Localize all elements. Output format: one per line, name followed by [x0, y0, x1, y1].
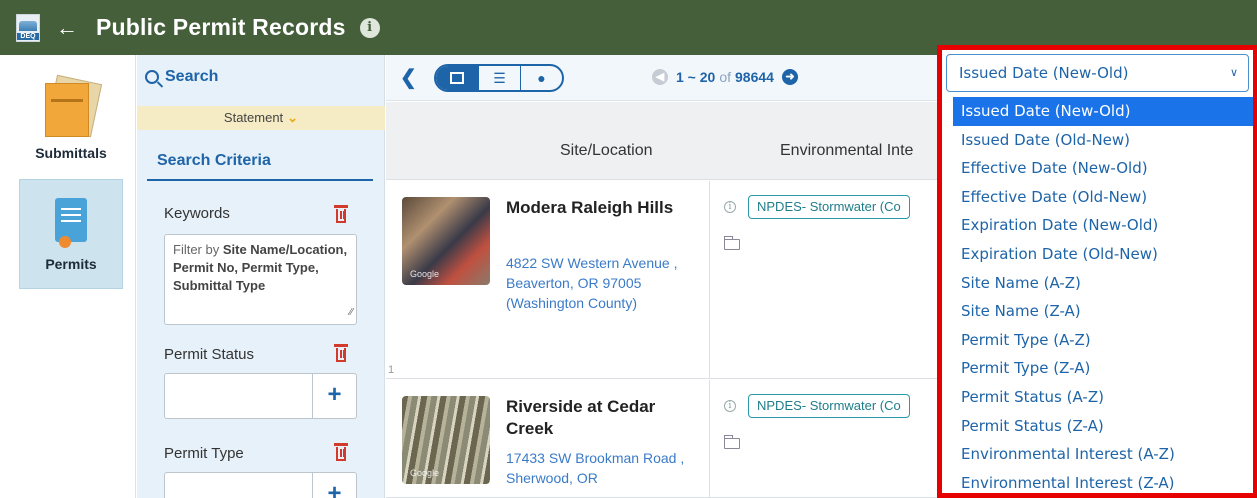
sort-option[interactable]: Permit Type (Z-A): [953, 354, 1253, 383]
logo-text: DEQ: [17, 32, 39, 40]
sort-option[interactable]: Permit Status (A-Z): [953, 383, 1253, 412]
resize-handle-icon[interactable]: ∕∕: [350, 304, 353, 322]
chevron-down-icon: ∨: [1229, 66, 1238, 79]
sort-option[interactable]: Environmental Interest (Z-A): [953, 469, 1253, 498]
sort-option[interactable]: Permit Type (A-Z): [953, 326, 1253, 355]
nav-label-permits: Permits: [45, 256, 97, 272]
sort-select[interactable]: Issued Date (New-Old) ∨: [946, 54, 1249, 92]
thumbnail-watermark: Google: [410, 269, 440, 279]
site-address-link[interactable]: 4822 SW Western Avenue , Beaverton, OR 9…: [506, 253, 702, 313]
column-divider: [709, 181, 710, 378]
sort-option[interactable]: Effective Date (Old-New): [953, 183, 1253, 212]
left-navigation: Submittals Permits: [0, 55, 136, 498]
environmental-interest-tag[interactable]: NPDES- Stormwater (Co: [748, 394, 910, 418]
add-permit-status-plus-icon[interactable]: +: [312, 374, 356, 418]
environmental-interest-tag[interactable]: NPDES- Stormwater (Co: [748, 195, 910, 219]
column-divider: [709, 380, 710, 497]
map-pin-icon: ●: [537, 70, 546, 86]
sort-selected-value: Issued Date (New-Old): [959, 64, 1129, 82]
folder-icon[interactable]: [724, 435, 740, 449]
sort-option[interactable]: Issued Date (New-Old): [953, 97, 1253, 126]
keywords-input[interactable]: Filter by Site Name/Location, Permit No,…: [164, 234, 357, 325]
permit-status-field[interactable]: +: [164, 373, 357, 419]
sort-option[interactable]: Expiration Date (Old-New): [953, 240, 1253, 269]
clear-permit-type-trash-icon[interactable]: [334, 443, 348, 461]
logo-wave-graphic: [19, 20, 37, 31]
keywords-placeholder-prefix: Filter by: [173, 242, 223, 257]
previous-page-icon[interactable]: ◀: [652, 69, 668, 85]
chevron-down-icon: ⌄: [287, 110, 299, 125]
pager-of: of: [719, 69, 732, 85]
clear-keywords-trash-icon[interactable]: [334, 205, 348, 223]
pager-range: 1 ~ 20: [676, 69, 716, 85]
table-grid-icon: [450, 72, 464, 84]
info-icon[interactable]: i: [724, 201, 736, 213]
thumbnail-watermark: Google: [410, 468, 440, 478]
sort-option[interactable]: Expiration Date (New-Old): [953, 211, 1253, 240]
nav-item-submittals[interactable]: Submittals: [19, 74, 123, 177]
sort-option[interactable]: Permit Status (Z-A): [953, 412, 1253, 441]
site-thumbnail-image[interactable]: Google: [402, 197, 490, 285]
clear-permit-status-trash-icon[interactable]: [334, 344, 348, 362]
sort-option[interactable]: Issued Date (Old-New): [953, 126, 1253, 155]
folder-icon[interactable]: [724, 236, 740, 250]
view-toggle-group: ☰ ●: [434, 64, 564, 92]
site-name: Modera Raleigh Hills: [506, 198, 674, 217]
search-toggle[interactable]: Search: [137, 55, 384, 99]
row-number: 1: [388, 364, 395, 376]
site-address-link[interactable]: 17433 SW Brookman Road , Sherwood, OR: [506, 448, 702, 488]
info-icon[interactable]: i: [359, 17, 380, 38]
search-label: Search: [165, 68, 219, 85]
collapse-chevron-left-icon[interactable]: ❮: [400, 65, 417, 90]
sort-option[interactable]: Environmental Interest (A-Z): [953, 440, 1253, 469]
list-icon: ☰: [493, 69, 506, 86]
pager-total: 98644: [735, 69, 774, 85]
back-arrow-icon[interactable]: ←: [56, 15, 80, 41]
permit-type-field[interactable]: +: [164, 472, 357, 498]
permit-type-label: Permit Type: [164, 445, 244, 462]
next-page-icon[interactable]: ➜: [781, 69, 798, 85]
sort-dropdown-highlight-frame: Issued Date (New-Old) ∨ Issued Date (New…: [937, 45, 1257, 498]
column-header-site-location[interactable]: Site/Location: [560, 142, 653, 160]
tab-search-criteria[interactable]: Search Criteria: [147, 143, 373, 181]
site-thumbnail-image[interactable]: Google: [402, 396, 490, 484]
page-title: Public Permit Records: [96, 14, 346, 40]
nav-label-submittals: Submittals: [35, 145, 107, 161]
sort-option[interactable]: Site Name (A-Z): [953, 269, 1253, 298]
keywords-label: Keywords: [164, 205, 230, 222]
statement-toggle[interactable]: Statement ⌄: [137, 106, 385, 130]
sort-option[interactable]: Site Name (Z-A): [953, 297, 1253, 326]
list-view-button[interactable]: ☰: [478, 66, 520, 90]
search-icon: [145, 70, 159, 84]
permit-status-label: Permit Status: [164, 346, 255, 363]
add-permit-type-plus-icon[interactable]: +: [312, 473, 356, 498]
info-icon[interactable]: i: [724, 400, 736, 412]
statement-label: Statement: [223, 110, 284, 125]
column-header-environmental-interest[interactable]: Environmental Inte: [780, 142, 913, 160]
pager: ◀ 1 ~ 20 of 98644 ➜: [652, 69, 798, 85]
map-view-button[interactable]: ●: [520, 66, 562, 90]
permit-document-icon: [55, 198, 87, 248]
deq-logo: DEQ: [16, 13, 40, 42]
filter-panel: Search Statement ⌄ Search Criteria Keywor…: [137, 55, 385, 498]
envelope-icon: [45, 74, 103, 138]
sort-options-list: Issued Date (New-Old) Issued Date (Old-Ne…: [953, 97, 1253, 497]
sort-option[interactable]: Effective Date (New-Old): [953, 154, 1253, 183]
table-view-button[interactable]: [436, 66, 478, 90]
nav-item-permits[interactable]: Permits: [19, 179, 123, 289]
site-name: Riverside at Cedar Creek: [506, 397, 656, 438]
